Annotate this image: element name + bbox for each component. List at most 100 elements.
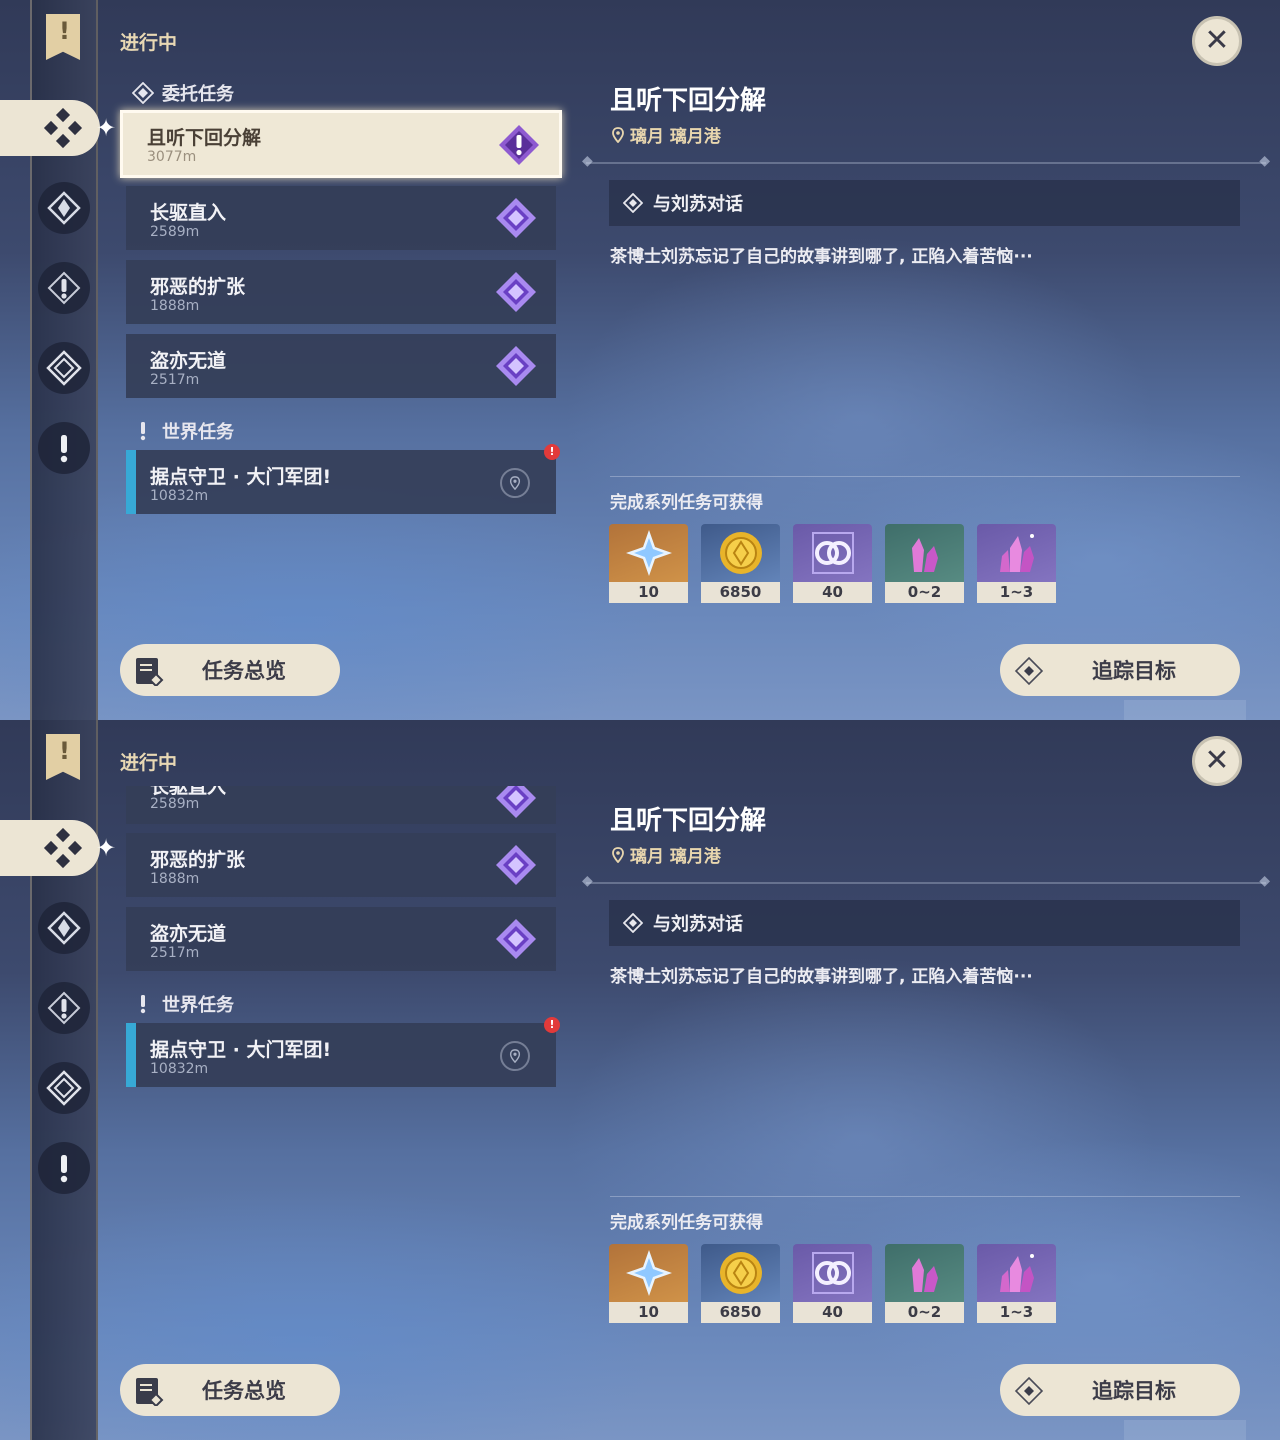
mora-icon bbox=[719, 532, 762, 574]
quest-item-clipped[interactable]: 长驱直入 2589m bbox=[126, 786, 556, 824]
world-category-icon bbox=[140, 422, 146, 441]
quest-item[interactable]: 盗亦无道 2517m bbox=[126, 334, 556, 398]
close-button[interactable]: ✕ bbox=[1192, 736, 1242, 786]
commission-diamonds-icon bbox=[43, 828, 83, 869]
commission-diamonds-icon bbox=[43, 108, 83, 149]
reward-item[interactable]: 6850 bbox=[701, 524, 780, 603]
quest-distance: 1888m bbox=[150, 871, 200, 887]
reward-count: 0~2 bbox=[885, 1302, 964, 1323]
category-world: 世界任务 bbox=[132, 991, 234, 1017]
quest-distance: 10832m bbox=[150, 1061, 209, 1077]
reward-item[interactable]: 0~2 bbox=[885, 1244, 964, 1323]
reward-divider bbox=[610, 476, 1240, 477]
reward-count: 10 bbox=[609, 582, 688, 603]
quest-panel-top: ! ✦ 进行中 委托任务 且听下回分解 3077m 长驱直入 2589m 邪恶的… bbox=[0, 0, 1280, 720]
quest-name: 盗亦无道 bbox=[150, 923, 227, 945]
commission-quest-icon bbox=[496, 919, 536, 959]
quest-item[interactable]: 邪恶的扩张 1888m bbox=[126, 833, 556, 897]
rail-tab-commission-active[interactable] bbox=[0, 100, 100, 156]
reward-count: 6850 bbox=[701, 582, 780, 603]
reward-item[interactable]: 1~3 bbox=[977, 524, 1056, 603]
quest-name: 且听下回分解 bbox=[147, 127, 262, 149]
quest-distance: 2517m bbox=[150, 945, 200, 961]
location-pin-icon bbox=[500, 468, 530, 498]
objective-diamond-icon bbox=[623, 913, 643, 933]
location-pin-icon bbox=[500, 1041, 530, 1071]
reward-list: 10 6850 40 0~2 1~3 bbox=[609, 524, 1056, 603]
world-quest-item[interactable]: 据点守卫 · 大门军团! 10832m ! bbox=[126, 1017, 560, 1087]
reward-count: 6850 bbox=[701, 1302, 780, 1323]
rail-tab-world[interactable] bbox=[38, 422, 90, 474]
quest-distance: 1888m bbox=[150, 298, 200, 314]
reward-item[interactable]: 6850 bbox=[701, 1244, 780, 1323]
overview-label: 任务总览 bbox=[202, 1379, 286, 1403]
location-pin-icon bbox=[612, 126, 624, 143]
category-commission-label: 委托任务 bbox=[162, 84, 234, 105]
commission-quest-icon bbox=[496, 346, 536, 386]
reward-count: 1~3 bbox=[977, 1302, 1056, 1323]
quest-item[interactable]: 长驱直入 2589m bbox=[126, 186, 556, 250]
archon-quest-icon bbox=[47, 911, 81, 945]
reward-count: 40 bbox=[793, 1302, 872, 1323]
rail-tab-commission-active[interactable] bbox=[0, 820, 100, 876]
decorative-strip bbox=[1124, 1420, 1246, 1440]
rail-tab-story[interactable] bbox=[38, 982, 90, 1034]
rail-tab-world[interactable] bbox=[38, 1142, 90, 1194]
location-text: 璃月 璃月港 bbox=[630, 127, 721, 147]
reward-item[interactable]: 0~2 bbox=[885, 524, 964, 603]
reward-divider bbox=[610, 1196, 1240, 1197]
track-label: 追踪目标 bbox=[1092, 1379, 1176, 1403]
detail-location: 璃月 璃月港 bbox=[610, 842, 721, 867]
crystal-large-icon bbox=[999, 534, 1034, 572]
divider bbox=[582, 873, 1270, 889]
reward-item[interactable]: 10 bbox=[609, 1244, 688, 1323]
location-text: 璃月 璃月港 bbox=[630, 847, 721, 867]
world-quest-item[interactable]: 据点守卫 · 大门军团! 10832m ! bbox=[126, 444, 560, 514]
objective-row: 与刘苏对话 bbox=[609, 900, 1240, 946]
quest-distance: 2589m bbox=[150, 796, 200, 812]
quest-name: 邪恶的扩张 bbox=[150, 276, 246, 298]
quest-item[interactable]: 盗亦无道 2517m bbox=[126, 907, 556, 971]
decorative-strip bbox=[1124, 700, 1246, 720]
reward-item[interactable]: 10 bbox=[609, 524, 688, 603]
reward-item[interactable]: 40 bbox=[793, 1244, 872, 1323]
world-quest-icon bbox=[60, 435, 68, 463]
close-icon: ✕ bbox=[1204, 743, 1230, 778]
rail-tab-story[interactable] bbox=[38, 262, 90, 314]
crystal-small-icon bbox=[911, 1258, 938, 1292]
adventure-exp-icon bbox=[811, 532, 854, 574]
rail-tab-commission-list[interactable] bbox=[38, 1062, 90, 1114]
reward-count: 40 bbox=[793, 582, 872, 603]
quest-name: 据点守卫 · 大门军团! bbox=[150, 466, 332, 488]
commission-icon bbox=[46, 1070, 82, 1106]
commission-quest-icon bbox=[496, 272, 536, 312]
quest-name: 长驱直入 bbox=[150, 202, 227, 224]
objective-text: 与刘苏对话 bbox=[653, 194, 743, 215]
story-quest-icon bbox=[47, 991, 81, 1025]
rail-tab-archon[interactable] bbox=[38, 182, 90, 234]
story-quest-icon bbox=[47, 271, 81, 305]
adventure-exp-icon bbox=[811, 1252, 854, 1294]
track-target-button[interactable]: 追踪目标 bbox=[1000, 644, 1240, 696]
track-target-button[interactable]: 追踪目标 bbox=[1000, 1364, 1240, 1416]
close-button[interactable]: ✕ bbox=[1192, 16, 1242, 66]
reward-item[interactable]: 1~3 bbox=[977, 1244, 1056, 1323]
rail-tab-archon[interactable] bbox=[38, 902, 90, 954]
quest-overview-button[interactable]: 任务总览 bbox=[120, 644, 340, 696]
quest-item[interactable]: 邪恶的扩张 1888m bbox=[126, 260, 556, 324]
quest-item-selected[interactable]: 且听下回分解 3077m bbox=[120, 110, 562, 178]
category-world-label: 世界任务 bbox=[162, 995, 234, 1016]
reward-list: 10 6850 40 0~2 1~3 bbox=[609, 1244, 1056, 1323]
commission-quest-icon bbox=[496, 198, 536, 238]
commission-quest-icon bbox=[499, 125, 539, 165]
mora-icon bbox=[719, 1252, 762, 1294]
quest-name: 邪恶的扩张 bbox=[150, 849, 246, 871]
commission-icon bbox=[46, 350, 82, 386]
sparkle-icon: ✦ bbox=[96, 114, 117, 142]
reward-item[interactable]: 40 bbox=[793, 524, 872, 603]
crystal-large-icon bbox=[999, 1254, 1034, 1292]
quest-description: 茶博士刘苏忘记了自己的故事讲到哪了, 正陷入着苦恼··· bbox=[610, 967, 1033, 987]
detail-title: 且听下回分解 bbox=[610, 86, 767, 116]
rail-tab-commission-list[interactable] bbox=[38, 342, 90, 394]
quest-overview-button[interactable]: 任务总览 bbox=[120, 1364, 340, 1416]
